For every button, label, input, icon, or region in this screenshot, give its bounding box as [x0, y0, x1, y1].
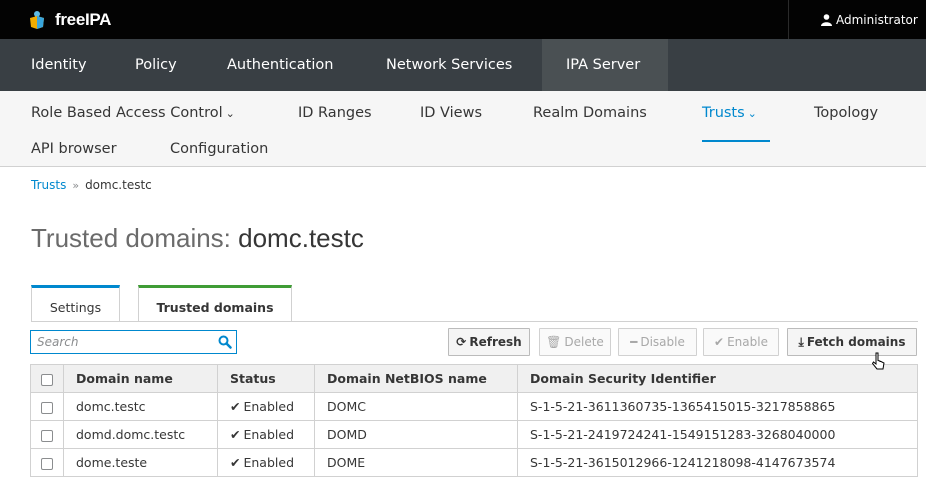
download-icon: ⤓	[798, 335, 804, 349]
domain-name-cell[interactable]: domd.domc.testc	[63, 420, 218, 449]
select-all-checkbox[interactable]	[41, 373, 53, 386]
chevron-down-icon: ⌄	[225, 107, 235, 120]
nav-ipa-server[interactable]: IPA Server	[542, 39, 668, 91]
user-name: Administrator	[836, 12, 918, 27]
page-title-prefix: Trusted domains:	[31, 223, 231, 253]
domain-name-cell[interactable]: domc.testc	[63, 392, 218, 421]
row-checkbox[interactable]	[41, 401, 53, 414]
table-header-row: Domain name Status Domain NetBIOS name D…	[30, 364, 918, 393]
select-all-cell	[30, 364, 64, 393]
subnav-rbac-label: Role Based Access Control	[31, 105, 223, 121]
nav-policy[interactable]: Policy	[115, 39, 197, 91]
trash-icon: 🗑	[546, 335, 562, 349]
masthead: freeIPA Administrator	[0, 0, 926, 39]
row-checkbox[interactable]	[41, 429, 53, 442]
table-row: dome.teste ✔ Enabled DOME S-1-5-21-361501…	[30, 448, 918, 477]
row-select-cell	[30, 448, 64, 477]
breadcrumb-separator: »	[72, 179, 80, 192]
tab-divider	[31, 321, 918, 322]
minus-icon: ━	[630, 335, 638, 349]
user-icon	[821, 13, 832, 26]
user-menu[interactable]: Administrator	[788, 0, 926, 39]
delete-label: Delete	[564, 335, 604, 349]
mouse-cursor-icon	[872, 352, 885, 370]
column-security-identifier[interactable]: Domain Security Identifier	[517, 364, 918, 393]
netbios-cell: DOME	[314, 448, 518, 477]
check-icon: ✔	[230, 455, 241, 470]
page-title-entity: domc.testc	[238, 223, 364, 253]
status-cell: ✔ Enabled	[217, 420, 315, 449]
tab-trusted-domains[interactable]: Trusted domains	[138, 285, 292, 322]
subnav-trusts[interactable]: Trusts ⌄	[702, 98, 757, 128]
disable-label: Disable	[640, 335, 685, 349]
sid-cell: S-1-5-21-3615012966-1241218098-414767357…	[517, 448, 918, 477]
sid-cell: S-1-5-21-2419724241-1549151283-326804000…	[517, 420, 918, 449]
subnav-realm-domains[interactable]: Realm Domains	[533, 98, 647, 128]
subnav-api-browser[interactable]: API browser	[31, 134, 117, 164]
netbios-cell: DOMC	[314, 392, 518, 421]
enable-label: Enable	[727, 335, 768, 349]
netbios-cell: DOMD	[314, 420, 518, 449]
nav-network-services[interactable]: Network Services	[366, 39, 532, 91]
nav-identity[interactable]: Identity	[11, 39, 107, 91]
row-select-cell	[30, 420, 64, 449]
trusted-domains-table: Domain name Status Domain NetBIOS name D…	[30, 364, 918, 477]
active-subnav-indicator	[702, 140, 770, 142]
page-title: Trusted domains: domc.testc	[31, 223, 364, 254]
check-icon: ✔	[230, 399, 241, 414]
status-cell: ✔ Enabled	[217, 448, 315, 477]
refresh-button[interactable]: ⟳ Refresh	[448, 328, 530, 356]
nav-authentication[interactable]: Authentication	[207, 39, 353, 91]
chevron-down-icon: ⌄	[747, 107, 757, 120]
freeipa-logo-icon	[30, 11, 44, 29]
search-box	[30, 330, 237, 354]
column-status[interactable]: Status	[217, 364, 315, 393]
row-checkbox[interactable]	[41, 457, 53, 470]
main-nav: Identity Policy Authentication Network S…	[0, 39, 926, 91]
refresh-label: Refresh	[469, 335, 522, 349]
subnav-rbac[interactable]: Role Based Access Control ⌄	[31, 98, 235, 128]
sid-cell: S-1-5-21-3611360735-1365415015-321785886…	[517, 392, 918, 421]
status-text: Enabled	[243, 427, 294, 442]
search-icon[interactable]	[218, 335, 232, 349]
status-cell: ✔ Enabled	[217, 392, 315, 421]
subnav-trusts-label: Trusts	[702, 105, 745, 121]
column-domain-name[interactable]: Domain name	[63, 364, 218, 393]
domain-name-cell[interactable]: dome.teste	[63, 448, 218, 477]
check-icon: ✔	[714, 335, 725, 349]
search-input[interactable]	[31, 331, 211, 353]
table-row: domd.domc.testc ✔ Enabled DOMD S-1-5-21-2…	[30, 420, 918, 449]
delete-button[interactable]: 🗑 Delete	[539, 328, 611, 356]
subnav-id-views[interactable]: ID Views	[420, 98, 482, 128]
status-text: Enabled	[243, 455, 294, 470]
breadcrumb: Trusts » domc.testc	[31, 178, 152, 192]
subnav-configuration[interactable]: Configuration	[170, 134, 268, 164]
fetch-domains-label: Fetch domains	[806, 335, 906, 349]
tab-settings[interactable]: Settings	[31, 285, 120, 322]
table-row: domc.testc ✔ Enabled DOMC S-1-5-21-361136…	[30, 392, 918, 421]
subnav-topology[interactable]: Topology	[814, 98, 878, 128]
brand-name: freeIPA	[55, 10, 112, 29]
fetch-domains-button[interactable]: ⤓ Fetch domains	[787, 328, 917, 356]
status-text: Enabled	[243, 399, 294, 414]
brand[interactable]: freeIPA	[27, 10, 111, 30]
subnav-id-ranges[interactable]: ID Ranges	[298, 98, 372, 128]
check-icon: ✔	[230, 427, 241, 442]
column-netbios-name[interactable]: Domain NetBIOS name	[314, 364, 518, 393]
breadcrumb-trusts[interactable]: Trusts	[31, 178, 66, 192]
disable-button[interactable]: ━ Disable	[618, 328, 697, 356]
enable-button[interactable]: ✔ Enable	[703, 328, 779, 356]
refresh-icon: ⟳	[456, 335, 467, 349]
breadcrumb-current: domc.testc	[85, 178, 152, 192]
row-select-cell	[30, 392, 64, 421]
